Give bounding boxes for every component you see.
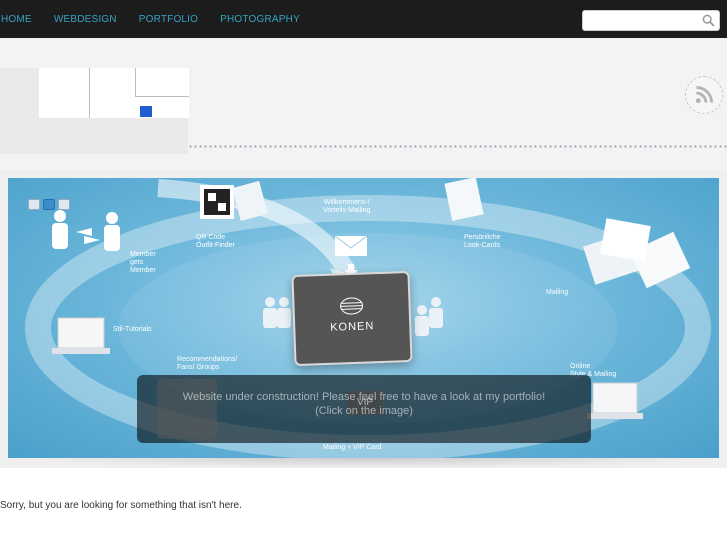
banner-shadow <box>20 458 710 468</box>
brand-name: KONEN <box>330 320 375 334</box>
banner-caption: Willkommens-/ Vorteils-Mailing <box>323 199 371 214</box>
nav-portfolio[interactable]: PORTFOLIO <box>139 14 198 25</box>
search-box <box>582 10 720 31</box>
konen-device: KONEN <box>291 270 413 367</box>
banner-caption: Mailing + VIP Card <box>323 444 382 451</box>
top-navigation-bar: HOME WEBDESIGN PORTFOLIO PHOTOGRAPHY <box>0 0 727 38</box>
banner-caption: Persönliche Look-Cards <box>464 234 501 249</box>
slide-dot[interactable] <box>28 199 40 210</box>
banner-caption: QR Code Outfit-Finder <box>196 234 235 249</box>
slide-dot-active[interactable] <box>43 199 55 210</box>
banner-caption: Stil-Tutorials <box>113 326 152 333</box>
banner-caption: Mailing <box>546 289 569 296</box>
construction-message: Website under construction! Please feel … <box>182 391 546 417</box>
logo-divider <box>135 68 136 96</box>
konen-logo-icon <box>340 297 364 315</box>
logo-divider <box>89 68 90 118</box>
banner-caption: Member gets Member <box>130 251 156 274</box>
logo-divider <box>135 96 189 97</box>
nav-webdesign[interactable]: WEBDESIGN <box>54 14 117 25</box>
rss-icon[interactable] <box>685 76 723 114</box>
nav-home[interactable]: HOME <box>1 14 32 25</box>
search-input[interactable] <box>587 12 703 31</box>
site-logo[interactable] <box>39 68 189 118</box>
main-menu: HOME WEBDESIGN PORTFOLIO PHOTOGRAPHY <box>0 0 322 38</box>
banner-caption: Recommendations/ Fans/ Groups <box>177 356 238 371</box>
search-icon[interactable] <box>702 14 715 27</box>
slide-dot[interactable] <box>58 199 70 210</box>
dotted-separator <box>188 145 727 148</box>
not-found-message: Sorry, but you are looking for something… <box>0 500 242 511</box>
logo-blue-square <box>140 106 152 117</box>
nav-photography[interactable]: PHOTOGRAPHY <box>220 14 300 25</box>
construction-notice[interactable]: VIP Website under construction! Please f… <box>137 375 591 443</box>
